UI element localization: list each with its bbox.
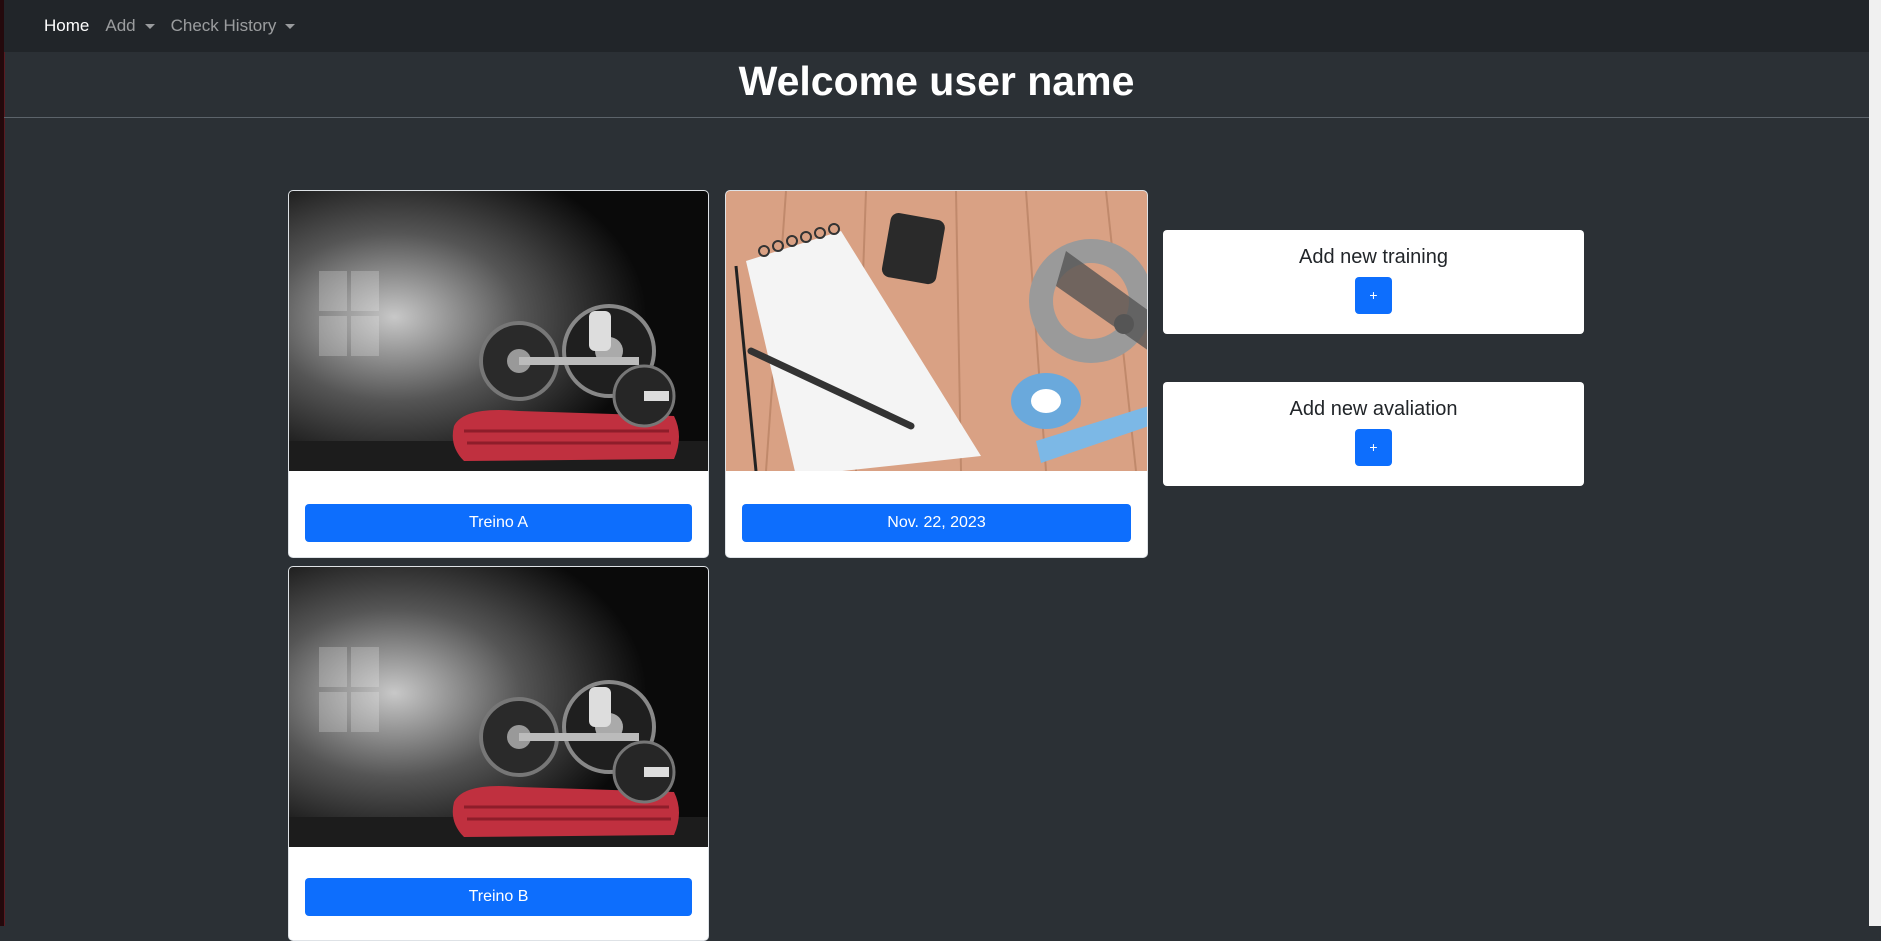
add-avaliation-button[interactable]: +	[1355, 429, 1392, 466]
training-label: Treino A	[469, 514, 528, 531]
avaliation-date-label: Nov. 22, 2023	[887, 514, 986, 531]
dumbbells-towel-image	[289, 567, 708, 847]
avaliation-date-button[interactable]: Nov. 22, 2023	[742, 504, 1131, 542]
notebook-caliper-image	[726, 191, 1147, 471]
page-title: Welcome user name	[738, 58, 1135, 104]
scrollbar[interactable]	[1869, 0, 1881, 926]
navbar: Home Add Check History	[4, 0, 1869, 52]
dumbbells-towel-image	[289, 191, 708, 471]
add-avaliation-card: Add new avaliation +	[1163, 382, 1584, 486]
training-card: Treino B	[288, 566, 709, 941]
training-button[interactable]: Treino B	[305, 878, 692, 916]
plus-icon: +	[1369, 287, 1378, 303]
add-training-title: Add new training	[1299, 246, 1448, 268]
chevron-down-icon	[285, 23, 296, 29]
nav-home[interactable]: Home	[36, 16, 97, 36]
chevron-down-icon	[144, 23, 155, 29]
page-header: Welcome user name	[4, 52, 1869, 118]
training-button[interactable]: Treino A	[305, 504, 692, 542]
training-label: Treino B	[468, 888, 529, 905]
training-card: Treino A	[288, 190, 709, 558]
nav-add-label: Add	[105, 16, 136, 35]
window-left-edge	[0, 0, 5, 926]
avaliation-card: Nov. 22, 2023	[725, 190, 1148, 558]
dumbbells-icon	[289, 567, 708, 847]
add-training-card: Add new training +	[1163, 230, 1584, 334]
add-avaliation-title: Add new avaliation	[1289, 398, 1458, 420]
nav-add-dropdown[interactable]: Add	[97, 16, 162, 36]
plus-icon: +	[1369, 439, 1378, 455]
notebook-icon	[726, 191, 1147, 471]
add-training-button[interactable]: +	[1355, 277, 1392, 314]
nav-history-dropdown[interactable]: Check History	[163, 16, 304, 36]
nav-history-label: Check History	[170, 16, 277, 35]
dumbbells-icon	[289, 191, 708, 471]
nav-home-label: Home	[44, 16, 90, 35]
